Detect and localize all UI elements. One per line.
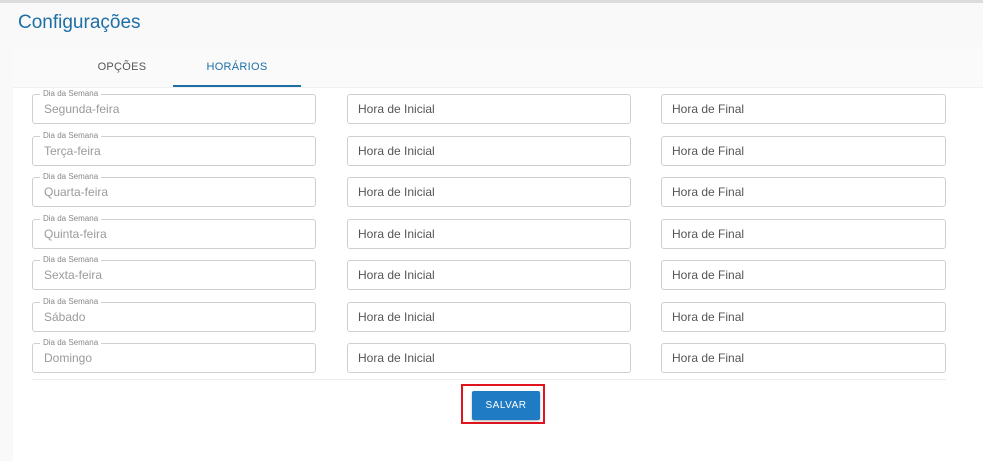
start-time-input[interactable] bbox=[348, 95, 630, 123]
top-border bbox=[0, 0, 983, 3]
day-of-week-field[interactable]: Dia da Semana Terça-feira bbox=[32, 131, 316, 166]
start-time-input[interactable] bbox=[348, 303, 630, 331]
end-time-input[interactable] bbox=[662, 344, 945, 372]
start-time-field[interactable] bbox=[347, 219, 631, 249]
start-time-field[interactable] bbox=[347, 260, 631, 290]
day-of-week-field[interactable]: Dia da Semana Sexta-feira bbox=[32, 255, 316, 290]
day-field-legend: Dia da Semana bbox=[40, 338, 102, 348]
end-time-input[interactable] bbox=[662, 95, 945, 123]
day-field-value: Quinta-feira bbox=[44, 227, 107, 241]
end-time-field[interactable] bbox=[661, 94, 946, 124]
end-time-input[interactable] bbox=[662, 178, 945, 206]
tab-bar: OPÇÕES HORÁRIOS bbox=[13, 47, 983, 88]
end-time-field[interactable] bbox=[661, 136, 946, 166]
day-field-legend: Dia da Semana bbox=[40, 131, 102, 141]
day-field-legend: Dia da Semana bbox=[40, 89, 102, 99]
end-time-input[interactable] bbox=[662, 303, 945, 331]
day-field-value: Terça-feira bbox=[44, 144, 101, 158]
end-time-input[interactable] bbox=[662, 137, 945, 165]
start-time-input[interactable] bbox=[348, 178, 630, 206]
day-of-week-field[interactable]: Dia da Semana Quinta-feira bbox=[32, 214, 316, 249]
start-time-input[interactable] bbox=[348, 137, 630, 165]
end-time-field[interactable] bbox=[661, 219, 946, 249]
day-of-week-field[interactable]: Dia da Semana Quarta-feira bbox=[32, 172, 316, 207]
day-of-week-field[interactable]: Dia da Semana Domingo bbox=[32, 338, 316, 373]
start-time-field[interactable] bbox=[347, 302, 631, 332]
day-field-value: Sábado bbox=[44, 310, 86, 324]
day-field-legend: Dia da Semana bbox=[40, 172, 102, 182]
end-time-field[interactable] bbox=[661, 177, 946, 207]
active-tab-indicator bbox=[173, 85, 301, 87]
end-time-field[interactable] bbox=[661, 260, 946, 290]
day-of-week-field[interactable]: Dia da Semana Segunda-feira bbox=[32, 89, 316, 124]
start-time-field[interactable] bbox=[347, 343, 631, 373]
start-time-field[interactable] bbox=[347, 136, 631, 166]
start-time-input[interactable] bbox=[348, 220, 630, 248]
day-field-legend: Dia da Semana bbox=[40, 255, 102, 265]
day-field-value: Sexta-feira bbox=[44, 268, 103, 282]
start-time-field[interactable] bbox=[347, 177, 631, 207]
settings-panel: OPÇÕES HORÁRIOS Dia da Semana Segunda-fei… bbox=[13, 47, 983, 461]
tab-opcoes[interactable]: OPÇÕES bbox=[58, 47, 186, 87]
day-field-legend: Dia da Semana bbox=[40, 214, 102, 224]
start-time-input[interactable] bbox=[348, 344, 630, 372]
day-field-value: Segunda-feira bbox=[44, 102, 120, 116]
day-of-week-field[interactable]: Dia da Semana Sábado bbox=[32, 297, 316, 332]
end-time-field[interactable] bbox=[661, 302, 946, 332]
page-title: Configurações bbox=[18, 12, 141, 33]
end-time-input[interactable] bbox=[662, 220, 945, 248]
start-time-field[interactable] bbox=[347, 94, 631, 124]
tab-horarios[interactable]: HORÁRIOS bbox=[173, 47, 301, 87]
end-time-field[interactable] bbox=[661, 343, 946, 373]
save-button[interactable]: SALVAR bbox=[472, 391, 540, 420]
day-field-value: Domingo bbox=[44, 351, 93, 365]
form-divider bbox=[32, 379, 946, 380]
end-time-input[interactable] bbox=[662, 261, 945, 289]
day-field-value: Quarta-feira bbox=[44, 185, 109, 199]
start-time-input[interactable] bbox=[348, 261, 630, 289]
day-field-legend: Dia da Semana bbox=[40, 297, 102, 307]
